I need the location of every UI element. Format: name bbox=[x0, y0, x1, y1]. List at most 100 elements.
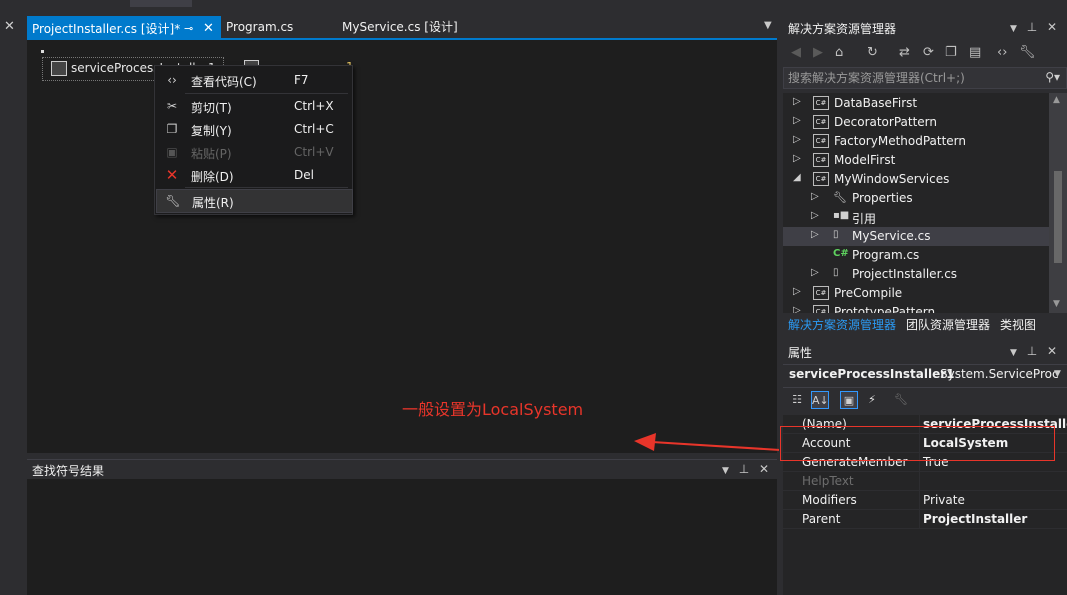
menu-item-delete[interactable]: ✕ 删除(D) Del bbox=[156, 164, 351, 186]
design-surface[interactable] bbox=[27, 38, 777, 453]
find-symbol-panel-body bbox=[27, 479, 777, 595]
tab-solution-explorer[interactable]: 解决方案资源管理器 bbox=[788, 316, 896, 333]
component-file-icon: ▯ bbox=[833, 267, 839, 278]
show-all-files-icon[interactable]: ▤ bbox=[969, 45, 981, 60]
collapse-arrow-icon[interactable]: ◢ bbox=[793, 172, 801, 183]
expand-arrow-icon[interactable]: ▷ bbox=[811, 210, 819, 221]
tree-item-label: PrototypePattern bbox=[834, 305, 936, 313]
tab-projectinstaller-design[interactable]: ProjectInstaller.cs [设计]* ⊸ ✕ bbox=[27, 16, 221, 39]
property-value[interactable]: Private bbox=[923, 493, 965, 507]
tree-item-databasefirst[interactable]: ▷ C# DataBaseFirst bbox=[783, 94, 1049, 113]
menu-item-label: 属性(R) bbox=[192, 196, 234, 210]
pin-icon[interactable]: ⊥ bbox=[739, 462, 749, 476]
property-name: Modifiers bbox=[802, 493, 857, 507]
expand-arrow-icon[interactable]: ▷ bbox=[811, 229, 819, 240]
close-icon[interactable]: ✕ bbox=[759, 462, 769, 476]
tree-item-myservice-cs[interactable]: ▷ ▯ MyService.cs bbox=[783, 227, 1049, 246]
menu-separator bbox=[185, 187, 348, 188]
back-icon[interactable]: ◀ bbox=[791, 45, 801, 60]
property-value[interactable]: ProjectInstaller bbox=[923, 512, 1027, 526]
menu-item-view-code[interactable]: ‹› 查看代码(C) F7 bbox=[156, 69, 351, 91]
pin-icon[interactable]: ⊸ bbox=[184, 18, 193, 40]
tree-item-properties[interactable]: ▷ 🔧︎ Properties bbox=[783, 189, 1049, 208]
csharp-project-icon: C# bbox=[813, 286, 829, 300]
tab-overflow-dropdown-icon[interactable]: ▼ bbox=[764, 20, 772, 31]
collapse-all-icon[interactable]: ❐ bbox=[945, 45, 957, 60]
csharp-project-icon: C# bbox=[813, 96, 829, 110]
tab-label: Program.cs bbox=[226, 20, 294, 34]
alphabetical-icon[interactable]: A↓ bbox=[811, 391, 829, 409]
pin-icon[interactable]: ⊥ bbox=[1027, 344, 1037, 358]
home-icon[interactable]: ⌂ bbox=[835, 45, 843, 60]
pin-icon[interactable]: ⊥ bbox=[1027, 20, 1037, 34]
expand-arrow-icon[interactable]: ▷ bbox=[793, 134, 801, 145]
expand-arrow-icon[interactable]: ▷ bbox=[811, 191, 819, 202]
events-icon[interactable]: ⚡ bbox=[863, 391, 881, 409]
forward-icon[interactable]: ▶ bbox=[813, 45, 823, 60]
tree-item-projectinstaller-cs[interactable]: ▷ ▯ ProjectInstaller.cs bbox=[783, 265, 1049, 284]
tab-class-view[interactable]: 类视图 bbox=[1000, 316, 1036, 333]
context-menu: ‹› 查看代码(C) F7 ✂ 剪切(T) Ctrl+X ❐ 复制(Y) Ctr… bbox=[154, 65, 353, 215]
solution-explorer-title: 解决方案资源管理器 bbox=[788, 22, 897, 36]
close-icon[interactable]: ✕ bbox=[4, 20, 18, 34]
property-row-parent[interactable]: Parent ProjectInstaller bbox=[783, 510, 1067, 529]
toolbar-dropdown[interactable] bbox=[130, 0, 192, 7]
expand-arrow-icon[interactable]: ▷ bbox=[811, 267, 819, 278]
wrench-icon[interactable]: 🔧︎ bbox=[1019, 45, 1036, 60]
property-row-modifiers[interactable]: Modifiers Private bbox=[783, 491, 1067, 510]
menu-item-cut[interactable]: ✂ 剪切(T) Ctrl+X bbox=[156, 95, 351, 117]
expand-arrow-icon[interactable]: ▷ bbox=[793, 115, 801, 126]
tree-item-label: DataBaseFirst bbox=[834, 96, 918, 110]
annotation-text: 一般设置为LocalSystem bbox=[402, 400, 584, 419]
tree-item-program-cs[interactable]: C# Program.cs bbox=[783, 246, 1049, 265]
tree-item-prototypepattern[interactable]: ▷ C# PrototypePattern bbox=[783, 303, 1049, 313]
sync-icon[interactable]: ⇄ bbox=[899, 45, 910, 60]
scroll-up-icon[interactable]: ▲ bbox=[1053, 95, 1060, 105]
component-file-icon: ▯ bbox=[833, 229, 839, 240]
categorized-icon[interactable]: ☷ bbox=[788, 391, 806, 409]
dropdown-icon[interactable]: ▼ bbox=[1010, 24, 1017, 34]
search-icon[interactable]: ⚲▾ bbox=[1045, 70, 1060, 84]
menu-separator bbox=[185, 93, 348, 94]
expand-arrow-icon[interactable]: ▷ bbox=[793, 96, 801, 107]
tree-item-factorymethodpattern[interactable]: ▷ C# FactoryMethodPattern bbox=[783, 132, 1049, 151]
menu-item-shortcut: F7 bbox=[294, 73, 309, 87]
expand-arrow-icon[interactable]: ▷ bbox=[793, 305, 801, 313]
tree-item-modelfirst[interactable]: ▷ C# ModelFirst bbox=[783, 151, 1049, 170]
tab-myservice-design[interactable]: MyService.cs [设计] bbox=[337, 16, 487, 38]
properties-icon[interactable]: ▣ bbox=[840, 391, 858, 409]
scroll-down-icon[interactable]: ▼ bbox=[1053, 299, 1060, 309]
scrollbar-thumb[interactable] bbox=[1054, 171, 1062, 263]
tab-team-explorer[interactable]: 团队资源管理器 bbox=[906, 316, 990, 333]
properties-title: 属性 bbox=[788, 346, 813, 360]
tree-item-references[interactable]: ▷ ▪■ 引用 bbox=[783, 208, 1049, 227]
search-input[interactable] bbox=[788, 70, 1028, 86]
history-icon[interactable]: ↻ bbox=[867, 45, 878, 60]
paste-icon: ▣ bbox=[166, 145, 178, 159]
solution-explorer-search[interactable]: ⚲▾ bbox=[783, 67, 1067, 89]
expand-arrow-icon[interactable]: ▷ bbox=[793, 286, 801, 297]
selection-handle bbox=[41, 50, 44, 53]
tree-item-mywindowservices[interactable]: ◢ C# MyWindowServices bbox=[783, 170, 1049, 189]
dropdown-icon[interactable]: ▼ bbox=[1010, 348, 1017, 358]
tree-item-decoratorpattern[interactable]: ▷ C# DecoratorPattern bbox=[783, 113, 1049, 132]
tree-scrollbar[interactable]: ▲ ▼ bbox=[1049, 93, 1067, 313]
expand-arrow-icon[interactable]: ▷ bbox=[793, 153, 801, 164]
tree-item-label: Program.cs bbox=[852, 248, 920, 262]
chevron-down-icon[interactable]: ▼ bbox=[1054, 369, 1061, 379]
close-icon[interactable]: ✕ bbox=[1047, 344, 1057, 358]
menu-item-properties[interactable]: 🔧︎ 属性(R) bbox=[156, 189, 353, 213]
dropdown-icon[interactable]: ▼ bbox=[722, 466, 729, 476]
refresh-icon[interactable]: ⟳ bbox=[923, 45, 934, 60]
close-tab-icon[interactable]: ✕ bbox=[203, 18, 214, 40]
menu-item-copy[interactable]: ❐ 复制(Y) Ctrl+C bbox=[156, 118, 351, 140]
tree-item-precompile[interactable]: ▷ C# PreCompile bbox=[783, 284, 1049, 303]
view-code-icon[interactable]: ‹› bbox=[997, 45, 1007, 60]
menu-item-label: 删除(D) bbox=[191, 170, 234, 184]
property-pages-icon[interactable]: 🔧︎ bbox=[892, 391, 910, 409]
copy-icon: ❐ bbox=[166, 122, 178, 136]
close-icon[interactable]: ✕ bbox=[1047, 20, 1057, 34]
editor-tab-bar: ProjectInstaller.cs [设计]* ⊸ ✕ Program.cs… bbox=[27, 16, 779, 39]
menu-item-shortcut: Ctrl+X bbox=[294, 99, 334, 113]
tab-program-cs[interactable]: Program.cs bbox=[221, 16, 336, 38]
